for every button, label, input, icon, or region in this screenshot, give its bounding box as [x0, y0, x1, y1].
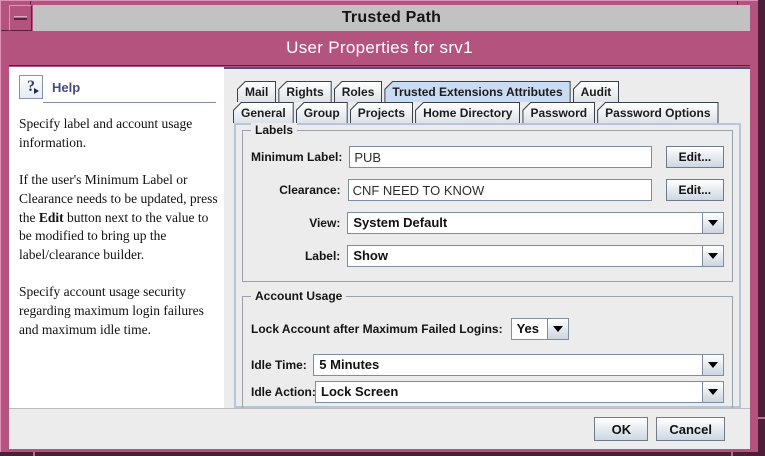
frame-notch [1, 30, 9, 31]
idle-action-caption: Idle Action: [251, 385, 315, 399]
lock-account-dropdown[interactable]: Yes [511, 318, 569, 340]
idle-time-dropdown-button[interactable] [702, 355, 723, 375]
help-panel: ? Help Specify label and account usage i… [9, 67, 224, 408]
tab-label: Rights [279, 82, 330, 102]
label-dropdown-value: Show [348, 246, 702, 266]
help-pointer-icon [34, 88, 39, 94]
tab-password-options[interactable]: Password Options [597, 102, 718, 123]
tab-label: Roles [335, 82, 382, 102]
idle-time-row: Idle Time: 5 Minutes [251, 354, 724, 376]
dialog-content: ? Help Specify label and account usage i… [9, 67, 750, 408]
tab-password[interactable]: Password [522, 102, 595, 123]
help-button[interactable]: ? [19, 75, 43, 99]
tab-rights[interactable]: Rights [278, 81, 331, 102]
minimum-label-caption: Minimum Label: [251, 150, 342, 164]
clearance-row: Clearance: Edit... [251, 179, 724, 201]
dialog-header: User Properties for srv1 [9, 31, 750, 66]
idle-action-dropdown[interactable]: Lock Screen [315, 381, 724, 403]
tab-row-1: Mail Rights Roles Trusted Extensions Att… [237, 81, 721, 102]
tab-label: Mail [238, 82, 275, 102]
frame-notch [33, 452, 35, 456]
tab-mail[interactable]: Mail [237, 81, 276, 102]
dialog-subtitle: User Properties for srv1 [286, 38, 473, 58]
help-text-bold: Edit [39, 210, 64, 225]
labels-group: Labels Minimum Label: Edit... Clearance:… [242, 130, 733, 282]
clearance-edit-button[interactable]: Edit... [666, 179, 724, 201]
idle-action-row: Idle Action: Lock Screen [251, 381, 724, 403]
help-paragraph: If the user's Minimum Label or Clearance… [19, 171, 218, 265]
tab-label: General [234, 103, 293, 123]
label-dropdown-button[interactable] [702, 246, 723, 266]
attributes-panel: Mail Rights Roles Trusted Extensions Att… [224, 67, 750, 408]
chevron-down-icon [708, 389, 718, 395]
tab-label: Password Options [598, 103, 717, 123]
help-paragraph: Specify account usage security regarding… [19, 283, 218, 340]
view-dropdown-button[interactable] [702, 213, 723, 233]
minimum-label-row: Minimum Label: Edit... [251, 146, 724, 168]
clearance-caption: Clearance: [251, 183, 341, 197]
account-usage-group: Account Usage Lock Account after Maximum… [242, 296, 733, 415]
help-divider [43, 102, 216, 103]
cancel-button[interactable]: Cancel [656, 417, 725, 441]
account-usage-group-title: Account Usage [251, 289, 346, 303]
idle-time-caption: Idle Time: [251, 358, 313, 372]
chevron-down-icon [708, 253, 718, 259]
label-caption: Label: [251, 249, 340, 263]
tab-projects[interactable]: Projects [350, 102, 413, 123]
tab-roles[interactable]: Roles [334, 81, 383, 102]
lock-account-caption: Lock Account after Maximum Failed Logins… [251, 322, 503, 336]
trusted-path-window: Trusted Path User Properties for srv1 ? … [0, 0, 765, 456]
lock-account-row: Lock Account after Maximum Failed Logins… [251, 318, 724, 340]
tab-label: Projects [351, 103, 412, 123]
help-paragraph: Specify label and account usage informat… [19, 115, 218, 153]
tab-label: Home Directory [416, 103, 519, 123]
view-row: View: System Default [251, 212, 724, 234]
frame-notch [731, 452, 733, 456]
frame-notch [758, 417, 765, 419]
tab-label: Group [297, 103, 347, 123]
chevron-down-icon [553, 326, 563, 332]
idle-action-dropdown-value: Lock Screen [316, 382, 702, 402]
lock-account-dropdown-button[interactable] [547, 319, 568, 339]
window-menu-button[interactable] [9, 5, 32, 31]
tab-home-directory[interactable]: Home Directory [415, 102, 520, 123]
view-dropdown-value: System Default [348, 213, 702, 233]
tab-audit[interactable]: Audit [573, 81, 620, 102]
window-frame: Trusted Path User Properties for srv1 ? … [0, 0, 758, 452]
tab-row-2: General Group Projects Home Directory Pa… [233, 102, 721, 123]
idle-action-dropdown-button[interactable] [702, 382, 723, 402]
idle-time-dropdown-value: 5 Minutes [314, 355, 702, 375]
titlebar[interactable]: Trusted Path [33, 5, 750, 31]
labels-group-title: Labels [251, 123, 297, 137]
chevron-down-icon [708, 362, 718, 368]
tab-label: Audit [574, 82, 619, 102]
tab-trusted-extensions-attributes[interactable]: Trusted Extensions Attributes [384, 81, 570, 102]
tab-label: Trusted Extensions Attributes [385, 82, 569, 102]
clearance-field[interactable] [348, 179, 652, 201]
view-dropdown[interactable]: System Default [347, 212, 724, 234]
view-caption: View: [251, 216, 340, 230]
help-title: Help [52, 80, 80, 95]
help-header: ? Help [19, 75, 218, 99]
tab-general[interactable]: General [233, 102, 294, 123]
lock-account-dropdown-value: Yes [512, 319, 547, 339]
minimum-label-edit-button[interactable]: Edit... [666, 146, 724, 168]
window-menu-icon [14, 16, 27, 20]
label-dropdown[interactable]: Show [347, 245, 724, 267]
button-bar: OK Cancel [9, 408, 750, 449]
tab-label: Password [523, 103, 594, 123]
minimum-label-field[interactable] [349, 146, 651, 168]
idle-time-dropdown[interactable]: 5 Minutes [313, 354, 724, 376]
tab-strip: Mail Rights Roles Trusted Extensions Att… [237, 81, 721, 123]
window-title: Trusted Path [342, 9, 441, 27]
ok-button[interactable]: OK [594, 417, 648, 441]
tab-content-panel: Labels Minimum Label: Edit... Clearance:… [234, 123, 741, 408]
label-row: Label: Show [251, 245, 724, 267]
chevron-down-icon [708, 220, 718, 226]
tab-group[interactable]: Group [296, 102, 348, 123]
